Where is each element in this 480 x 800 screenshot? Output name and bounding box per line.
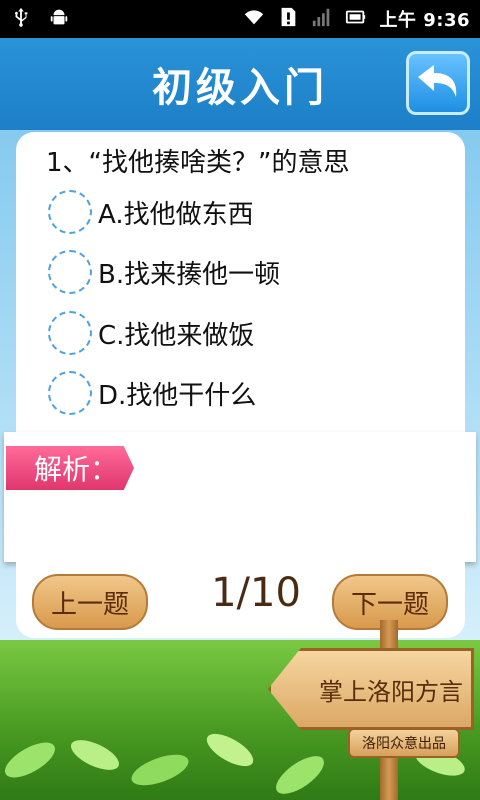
status-time: 上午 9:36 [379,6,470,32]
back-button[interactable] [406,51,470,115]
question-card: 1、“找他揍啥类？”的意思 A.找他做东西 B.找来揍他一顿 C.找他来做饭 D… [16,132,465,434]
question-text: 1、“找他揍啥类？”的意思 [46,148,350,178]
prev-question-button[interactable]: 上一题 [32,574,148,630]
analysis-tab: 解析： [6,446,134,490]
option-d-radio[interactable] [48,371,92,415]
option-a-radio[interactable] [48,190,92,234]
status-clock: 9:36 [423,10,470,31]
option-b-label: B.找来揍他一顿 [98,259,281,290]
option-d[interactable]: D.找他干什么 [48,368,256,418]
option-d-label: D.找他干什么 [98,380,257,411]
wifi-icon [243,6,265,32]
usb-icon [10,6,32,32]
alert-icon [277,6,299,32]
back-arrow-icon [416,63,460,103]
app-header: 初级入门 [0,38,480,130]
option-a-label: A.找他做东西 [98,199,254,230]
analysis-panel: 解析： [4,432,476,562]
signal-icon [311,6,333,32]
publisher-sign: 洛阳众意出品 [348,728,460,758]
android-debug-icon [48,6,70,32]
page-counter: 1/10 [211,570,301,616]
option-b-radio[interactable] [48,250,92,294]
option-c[interactable]: C.找他来做饭 [48,308,254,358]
page-title: 初级入门 [152,65,328,111]
option-b[interactable]: B.找来揍他一顿 [48,247,280,297]
status-ampm: 上午 [379,10,417,31]
battery-icon [345,6,367,32]
option-a[interactable]: A.找他做东西 [48,187,254,237]
option-c-radio[interactable] [48,311,92,355]
status-bar: 上午 9:36 [0,0,480,38]
option-c-label: C.找他来做饭 [98,320,255,351]
app-sign: 掌上洛阳方言 [268,648,474,730]
